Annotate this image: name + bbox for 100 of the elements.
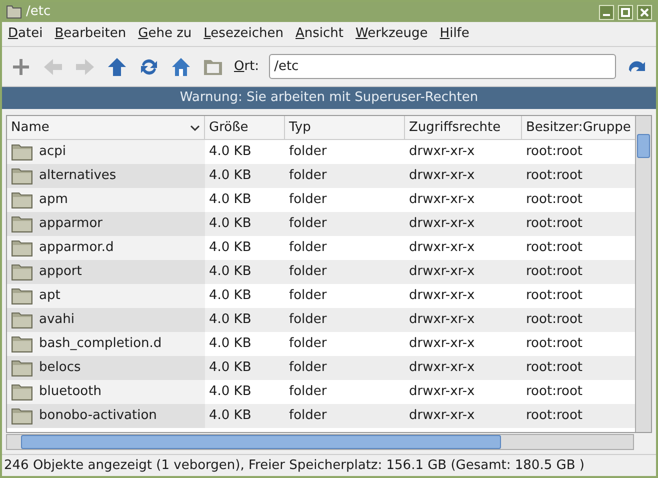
table-cell-text: 4.0 KB xyxy=(209,143,252,162)
table-cell-text: drwxr-xr-x xyxy=(409,263,475,282)
folder-icon xyxy=(11,215,33,233)
table-cell-text: bluetooth xyxy=(39,383,102,402)
table-cell-text: folder xyxy=(289,215,327,234)
scrollbar-thumb[interactable] xyxy=(21,435,501,449)
table-cell-text: alternatives xyxy=(39,167,116,186)
table-cell-text: root:root xyxy=(526,239,583,258)
table-cell-text: drwxr-xr-x xyxy=(409,215,475,234)
table-cell-text: 4.0 KB xyxy=(209,263,252,282)
window-title: /etc xyxy=(26,3,52,22)
folder-icon xyxy=(11,143,33,161)
maximize-icon xyxy=(621,8,630,16)
maximize-button[interactable] xyxy=(618,4,633,20)
menu-item[interactable]: Datei xyxy=(2,24,49,44)
column-header[interactable]: Zugriffsrechte xyxy=(405,116,522,139)
close-icon xyxy=(640,8,649,16)
folder-icon xyxy=(11,287,33,305)
folder-icon xyxy=(11,167,33,185)
table-cell-text: root:root xyxy=(526,191,583,210)
table-cell-text: drwxr-xr-x xyxy=(409,239,475,258)
table-cell-text: drwxr-xr-x xyxy=(409,335,475,354)
table-cell-text: 4.0 KB xyxy=(209,167,252,186)
folder-icon xyxy=(6,5,22,19)
table-cell-text: apport xyxy=(39,263,82,282)
table-cell-text: drwxr-xr-x xyxy=(409,383,475,402)
location-label: Ort: xyxy=(234,58,260,76)
menu-item[interactable]: Lesezeichen xyxy=(198,24,290,44)
table-cell-text: drwxr-xr-x xyxy=(409,359,475,378)
table-cell-text: folder xyxy=(289,407,327,426)
table-cell-text: apt xyxy=(39,287,60,306)
table-cell-text: drwxr-xr-x xyxy=(409,191,475,210)
table-cell-text: drwxr-xr-x xyxy=(409,167,475,186)
table-cell-text: root:root xyxy=(526,143,583,162)
table-cell-text: folder xyxy=(289,263,327,282)
sort-caret-icon xyxy=(190,124,200,132)
vertical-scrollbar[interactable] xyxy=(635,116,651,432)
table-cell-text: 4.0 KB xyxy=(209,407,252,426)
up-arrow-icon[interactable] xyxy=(106,56,128,78)
table-cell-text: 4.0 KB xyxy=(209,191,252,210)
table-cell-text: folder xyxy=(289,167,327,186)
horizontal-scrollbar[interactable] xyxy=(6,434,634,450)
folder-icon xyxy=(11,191,33,209)
table-cell-text: folder xyxy=(289,143,327,162)
table-cell-text: folder xyxy=(289,335,327,354)
table-cell-text: root:root xyxy=(526,167,583,186)
table-cell-text: folder xyxy=(289,383,327,402)
table-cell-text: root:root xyxy=(526,287,583,306)
home-icon[interactable] xyxy=(170,56,192,78)
minimize-icon xyxy=(603,14,610,16)
folder-icon xyxy=(11,359,33,377)
table-cell-text: root:root xyxy=(526,311,583,330)
table-cell-text: root:root xyxy=(526,215,583,234)
table-cell-text: apm xyxy=(39,191,68,210)
table-cell-text: 4.0 KB xyxy=(209,335,252,354)
folder-icon xyxy=(11,383,33,401)
table-cell-text: apparmor.d xyxy=(39,239,114,258)
menu-item[interactable]: Hilfe xyxy=(434,24,476,44)
table-cell-text: folder xyxy=(289,239,327,258)
menu-item[interactable]: Werkzeuge xyxy=(350,24,434,44)
table-cell-text: 4.0 KB xyxy=(209,239,252,258)
minimize-button[interactable] xyxy=(599,4,614,20)
menu-item[interactable]: Ansicht xyxy=(290,24,350,44)
column-header[interactable]: Typ xyxy=(285,116,405,139)
table-cell-text: 4.0 KB xyxy=(209,383,252,402)
table-cell-text: folder xyxy=(289,359,327,378)
folder-icon xyxy=(11,335,33,353)
table-cell-text: root:root xyxy=(526,359,583,378)
table-cell-text: bash_completion.d xyxy=(39,335,162,354)
table-cell-text: folder xyxy=(289,191,327,210)
close-button[interactable] xyxy=(637,4,652,20)
menu-item[interactable]: Gehe zu xyxy=(132,24,198,44)
table-cell-text: root:root xyxy=(526,407,583,426)
table-cell-text: folder xyxy=(289,311,327,330)
table-cell-text: belocs xyxy=(39,359,81,378)
status-bar: 246 Objekte angezeigt (1 veborgen), Freier Speicherplatz: 156.1 GB (Gesamt: 180.5 GB ) xyxy=(2,454,656,476)
table-cell-text: root:root xyxy=(526,335,583,354)
table-cell-text: avahi xyxy=(39,311,74,330)
table-cell-text: apparmor xyxy=(39,215,103,234)
column-header[interactable]: Name xyxy=(7,116,205,139)
table-cell-text: drwxr-xr-x xyxy=(409,143,475,162)
table-cell-text: folder xyxy=(289,287,327,306)
table-cell-text: 4.0 KB xyxy=(209,359,252,378)
scrollbar-thumb[interactable] xyxy=(637,134,650,158)
folder-icon xyxy=(11,263,33,281)
table-cell-text: drwxr-xr-x xyxy=(409,287,475,306)
table-cell-text: root:root xyxy=(526,383,583,402)
folder-icon xyxy=(11,311,33,329)
location-field[interactable]: /etc xyxy=(269,54,616,79)
table-cell-text: drwxr-xr-x xyxy=(409,311,475,330)
column-header[interactable]: Größe xyxy=(205,116,285,139)
table-cell-text: 4.0 KB xyxy=(209,287,252,306)
table-cell-text: 4.0 KB xyxy=(209,215,252,234)
menu-item[interactable]: Bearbeiten xyxy=(48,24,132,44)
table-cell-text: drwxr-xr-x xyxy=(409,407,475,426)
warning-banner: Warnung: Sie arbeiten mit Superuser-Rechten xyxy=(2,87,656,109)
folder-icon xyxy=(11,407,33,425)
folder-icon xyxy=(11,239,33,257)
table-cell-text: acpi xyxy=(39,143,66,162)
table-cell-text: 4.0 KB xyxy=(209,311,252,330)
